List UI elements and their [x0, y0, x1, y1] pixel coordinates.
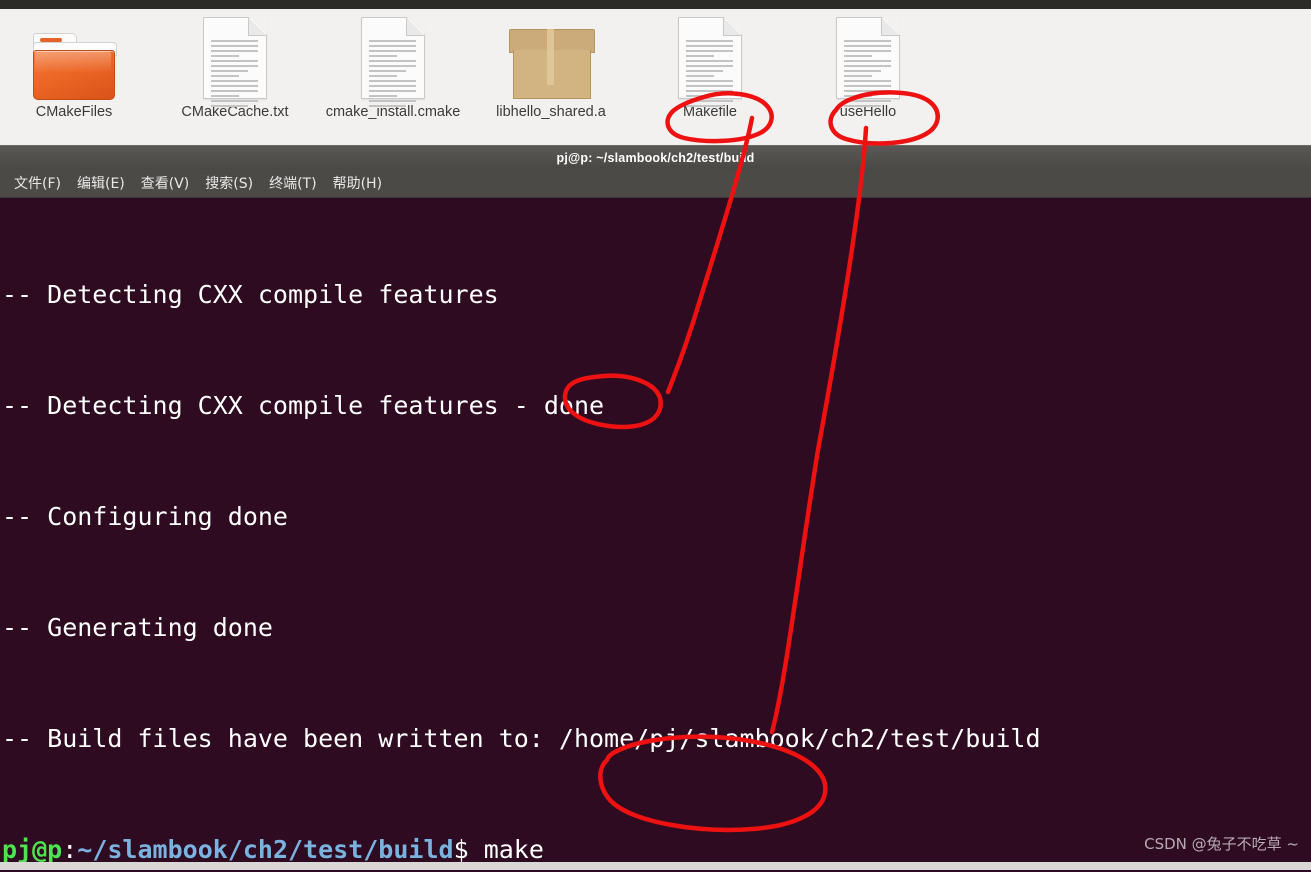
csdn-watermark: CSDN @兔子不吃草 ~: [1144, 835, 1299, 853]
menu-bar[interactable]: 文件(F) 编辑(E) 查看(V) 搜索(S) 终端(T) 帮助(H): [0, 169, 1311, 198]
desktop-icon-cmakefiles[interactable]: CMakeFiles: [4, 13, 144, 120]
cmake-detect-features: -- Detecting CXX compile features: [2, 280, 499, 309]
prompt-user-host: pj@p: [2, 835, 63, 864]
desktop-icon-label: CMakeFiles: [35, 104, 113, 120]
document-icon: [798, 13, 938, 107]
window-title: pj@p: ~/slambook/ch2/test/build: [556, 150, 755, 165]
terminal-line: -- Detecting CXX compile features - done: [2, 387, 1311, 424]
prompt-colon: :: [62, 835, 78, 864]
cmake-detect-features-done: -- Detecting CXX compile features - done: [2, 391, 605, 420]
desktop-area[interactable]: CMakeFiles CMakeCache.txt cmake_install.…: [0, 9, 1311, 145]
desktop-icon-libhello-shared[interactable]: libhello_shared.a: [481, 13, 621, 120]
desktop-icon-usehello[interactable]: useHello: [798, 13, 938, 120]
cmake-configuring-done: -- Configuring done: [2, 502, 288, 531]
desktop-icon-cmakecache[interactable]: CMakeCache.txt: [165, 13, 305, 120]
screen-bottom-strip: [0, 862, 1311, 870]
menu-help[interactable]: 帮助(H): [325, 171, 390, 195]
menu-view[interactable]: 查看(V): [133, 171, 198, 195]
terminal-text: -- Detecting CXX compile features -- Det…: [0, 198, 1311, 872]
desktop-icon-label: libhello_shared.a: [496, 104, 606, 120]
cmake-build-files-written: -- Build files have been written to: /ho…: [2, 724, 1041, 753]
desktop-icon-makefile[interactable]: Makefile: [640, 13, 780, 120]
window-titlebar[interactable]: pj@p: ~/slambook/ch2/test/build: [0, 145, 1311, 169]
terminal-line: -- Detecting CXX compile features: [2, 276, 1311, 313]
desktop-icon-cmake-install[interactable]: cmake_install.cmake: [323, 13, 463, 120]
menu-edit[interactable]: 编辑(E): [69, 171, 133, 195]
terminal-line: -- Build files have been written to: /ho…: [2, 720, 1311, 757]
document-icon: [165, 13, 305, 107]
document-icon: [323, 13, 463, 107]
prompt-path: ~/slambook/ch2/test/build: [77, 835, 454, 864]
prompt-dollar: $: [453, 835, 469, 864]
cmake-generating-done: -- Generating done: [2, 613, 273, 642]
terminal-window[interactable]: pj@p: ~/slambook/ch2/test/build 文件(F) 编辑…: [0, 145, 1311, 872]
screen-top-strip: [0, 0, 1311, 9]
menu-search[interactable]: 搜索(S): [197, 171, 261, 195]
archive-icon: [481, 13, 621, 99]
screen: CMakeFiles CMakeCache.txt cmake_install.…: [0, 0, 1311, 872]
document-icon: [640, 13, 780, 107]
folder-icon: [4, 13, 144, 100]
menu-file[interactable]: 文件(F): [6, 171, 69, 195]
terminal-line: -- Configuring done: [2, 498, 1311, 535]
terminal-output-area[interactable]: -- Detecting CXX compile features -- Det…: [0, 198, 1311, 872]
menu-terminal[interactable]: 终端(T): [261, 171, 324, 195]
command-make: make: [468, 835, 544, 864]
terminal-line: -- Generating done: [2, 609, 1311, 646]
